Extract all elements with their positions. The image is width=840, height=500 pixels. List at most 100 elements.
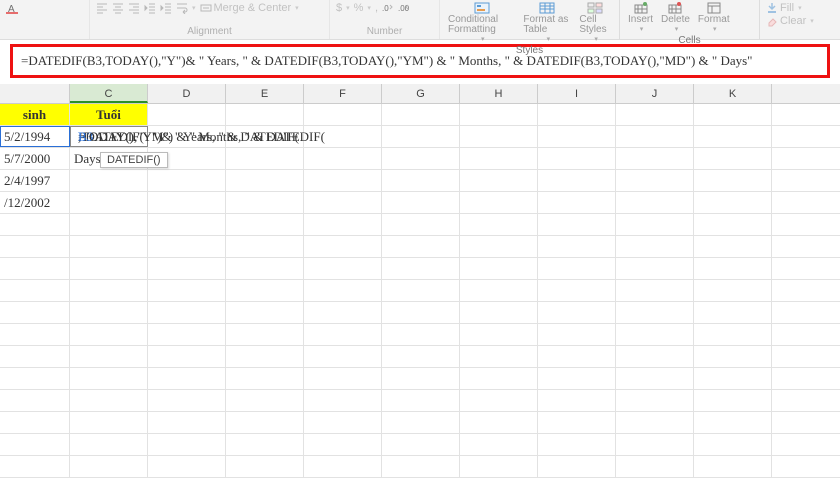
cell[interactable] bbox=[694, 236, 772, 257]
cell[interactable] bbox=[694, 214, 772, 235]
cell[interactable] bbox=[694, 456, 772, 477]
align-right-button[interactable] bbox=[128, 2, 140, 14]
cell[interactable] bbox=[148, 412, 226, 433]
cell[interactable] bbox=[226, 390, 304, 411]
cell[interactable] bbox=[148, 390, 226, 411]
cell[interactable] bbox=[460, 126, 538, 147]
column-header[interactable]: J bbox=[616, 84, 694, 103]
increase-indent-button[interactable] bbox=[160, 2, 172, 14]
cell[interactable] bbox=[382, 236, 460, 257]
cell[interactable] bbox=[148, 236, 226, 257]
cell[interactable] bbox=[70, 236, 148, 257]
cell[interactable] bbox=[226, 236, 304, 257]
cell[interactable] bbox=[616, 390, 694, 411]
cell[interactable] bbox=[616, 258, 694, 279]
cell[interactable] bbox=[538, 434, 616, 455]
cell[interactable] bbox=[304, 434, 382, 455]
cell[interactable] bbox=[460, 258, 538, 279]
delete-cells-button[interactable]: Delete bbox=[659, 2, 692, 35]
cell[interactable] bbox=[382, 104, 460, 125]
cell[interactable] bbox=[226, 434, 304, 455]
cell[interactable] bbox=[694, 148, 772, 169]
cell[interactable] bbox=[226, 192, 304, 213]
cell[interactable] bbox=[70, 214, 148, 235]
cell[interactable] bbox=[538, 324, 616, 345]
cell[interactable] bbox=[70, 412, 148, 433]
cell[interactable] bbox=[148, 324, 226, 345]
cell[interactable] bbox=[0, 368, 70, 389]
cell[interactable] bbox=[616, 214, 694, 235]
cell[interactable] bbox=[148, 192, 226, 213]
cell[interactable]: 5/2/1994 bbox=[0, 126, 70, 147]
cell[interactable]: 5/7/2000 bbox=[0, 148, 70, 169]
cell[interactable] bbox=[382, 456, 460, 477]
cell[interactable] bbox=[616, 280, 694, 301]
cell[interactable] bbox=[304, 324, 382, 345]
cell[interactable] bbox=[0, 302, 70, 323]
cell[interactable] bbox=[382, 192, 460, 213]
cell[interactable] bbox=[70, 258, 148, 279]
cell[interactable] bbox=[226, 280, 304, 301]
cell[interactable] bbox=[382, 390, 460, 411]
cell[interactable] bbox=[616, 368, 694, 389]
column-header[interactable]: C bbox=[70, 84, 148, 103]
cell[interactable] bbox=[382, 434, 460, 455]
cell[interactable]: sinh bbox=[0, 104, 70, 125]
cell[interactable] bbox=[694, 390, 772, 411]
cell[interactable] bbox=[460, 148, 538, 169]
column-header[interactable]: E bbox=[226, 84, 304, 103]
cell[interactable] bbox=[694, 368, 772, 389]
cell[interactable] bbox=[0, 214, 70, 235]
cell[interactable] bbox=[616, 192, 694, 213]
cell[interactable] bbox=[382, 280, 460, 301]
cell[interactable] bbox=[460, 456, 538, 477]
cell[interactable] bbox=[382, 412, 460, 433]
cell[interactable] bbox=[460, 434, 538, 455]
cell[interactable] bbox=[694, 434, 772, 455]
cell[interactable] bbox=[70, 302, 148, 323]
column-header[interactable] bbox=[0, 84, 70, 103]
cell[interactable] bbox=[148, 346, 226, 367]
cell[interactable] bbox=[304, 236, 382, 257]
align-center-button[interactable] bbox=[112, 2, 124, 14]
cell[interactable] bbox=[694, 412, 772, 433]
cell[interactable] bbox=[70, 390, 148, 411]
cell[interactable] bbox=[148, 104, 226, 125]
column-header[interactable]: F bbox=[304, 84, 382, 103]
cell[interactable] bbox=[616, 236, 694, 257]
cell[interactable] bbox=[226, 302, 304, 323]
cell[interactable] bbox=[694, 192, 772, 213]
cell[interactable] bbox=[382, 346, 460, 367]
cell[interactable] bbox=[148, 170, 226, 191]
cell[interactable] bbox=[70, 434, 148, 455]
cell[interactable] bbox=[70, 170, 148, 191]
cell[interactable] bbox=[460, 368, 538, 389]
cell[interactable] bbox=[0, 390, 70, 411]
cell[interactable] bbox=[694, 346, 772, 367]
cell[interactable]: 2/4/1997 bbox=[0, 170, 70, 191]
cell[interactable] bbox=[460, 104, 538, 125]
cell[interactable] bbox=[460, 170, 538, 191]
cell[interactable] bbox=[70, 346, 148, 367]
cell[interactable] bbox=[460, 390, 538, 411]
cell[interactable] bbox=[226, 258, 304, 279]
cell[interactable] bbox=[616, 456, 694, 477]
cell[interactable] bbox=[460, 302, 538, 323]
formula-bar[interactable]: =DATEDIF(B3,TODAY(),"Y")& " Years, " & D… bbox=[13, 47, 827, 75]
font-color-button[interactable]: A bbox=[6, 2, 18, 14]
cell[interactable] bbox=[538, 236, 616, 257]
active-cell[interactable]: =DATEDIF(B3,TODAY(),"Y")& " Years, " & D… bbox=[70, 126, 148, 147]
align-left-button[interactable] bbox=[96, 2, 108, 14]
cell[interactable] bbox=[538, 214, 616, 235]
decrease-indent-button[interactable] bbox=[144, 2, 156, 14]
cell[interactable] bbox=[538, 280, 616, 301]
wrap-text-button[interactable] bbox=[176, 2, 196, 14]
cell[interactable] bbox=[226, 324, 304, 345]
cell[interactable] bbox=[226, 412, 304, 433]
cell[interactable]: /12/2002 bbox=[0, 192, 70, 213]
cell[interactable] bbox=[382, 126, 460, 147]
cell[interactable] bbox=[304, 104, 382, 125]
cell[interactable] bbox=[70, 192, 148, 213]
cell[interactable] bbox=[148, 214, 226, 235]
cell[interactable] bbox=[460, 324, 538, 345]
